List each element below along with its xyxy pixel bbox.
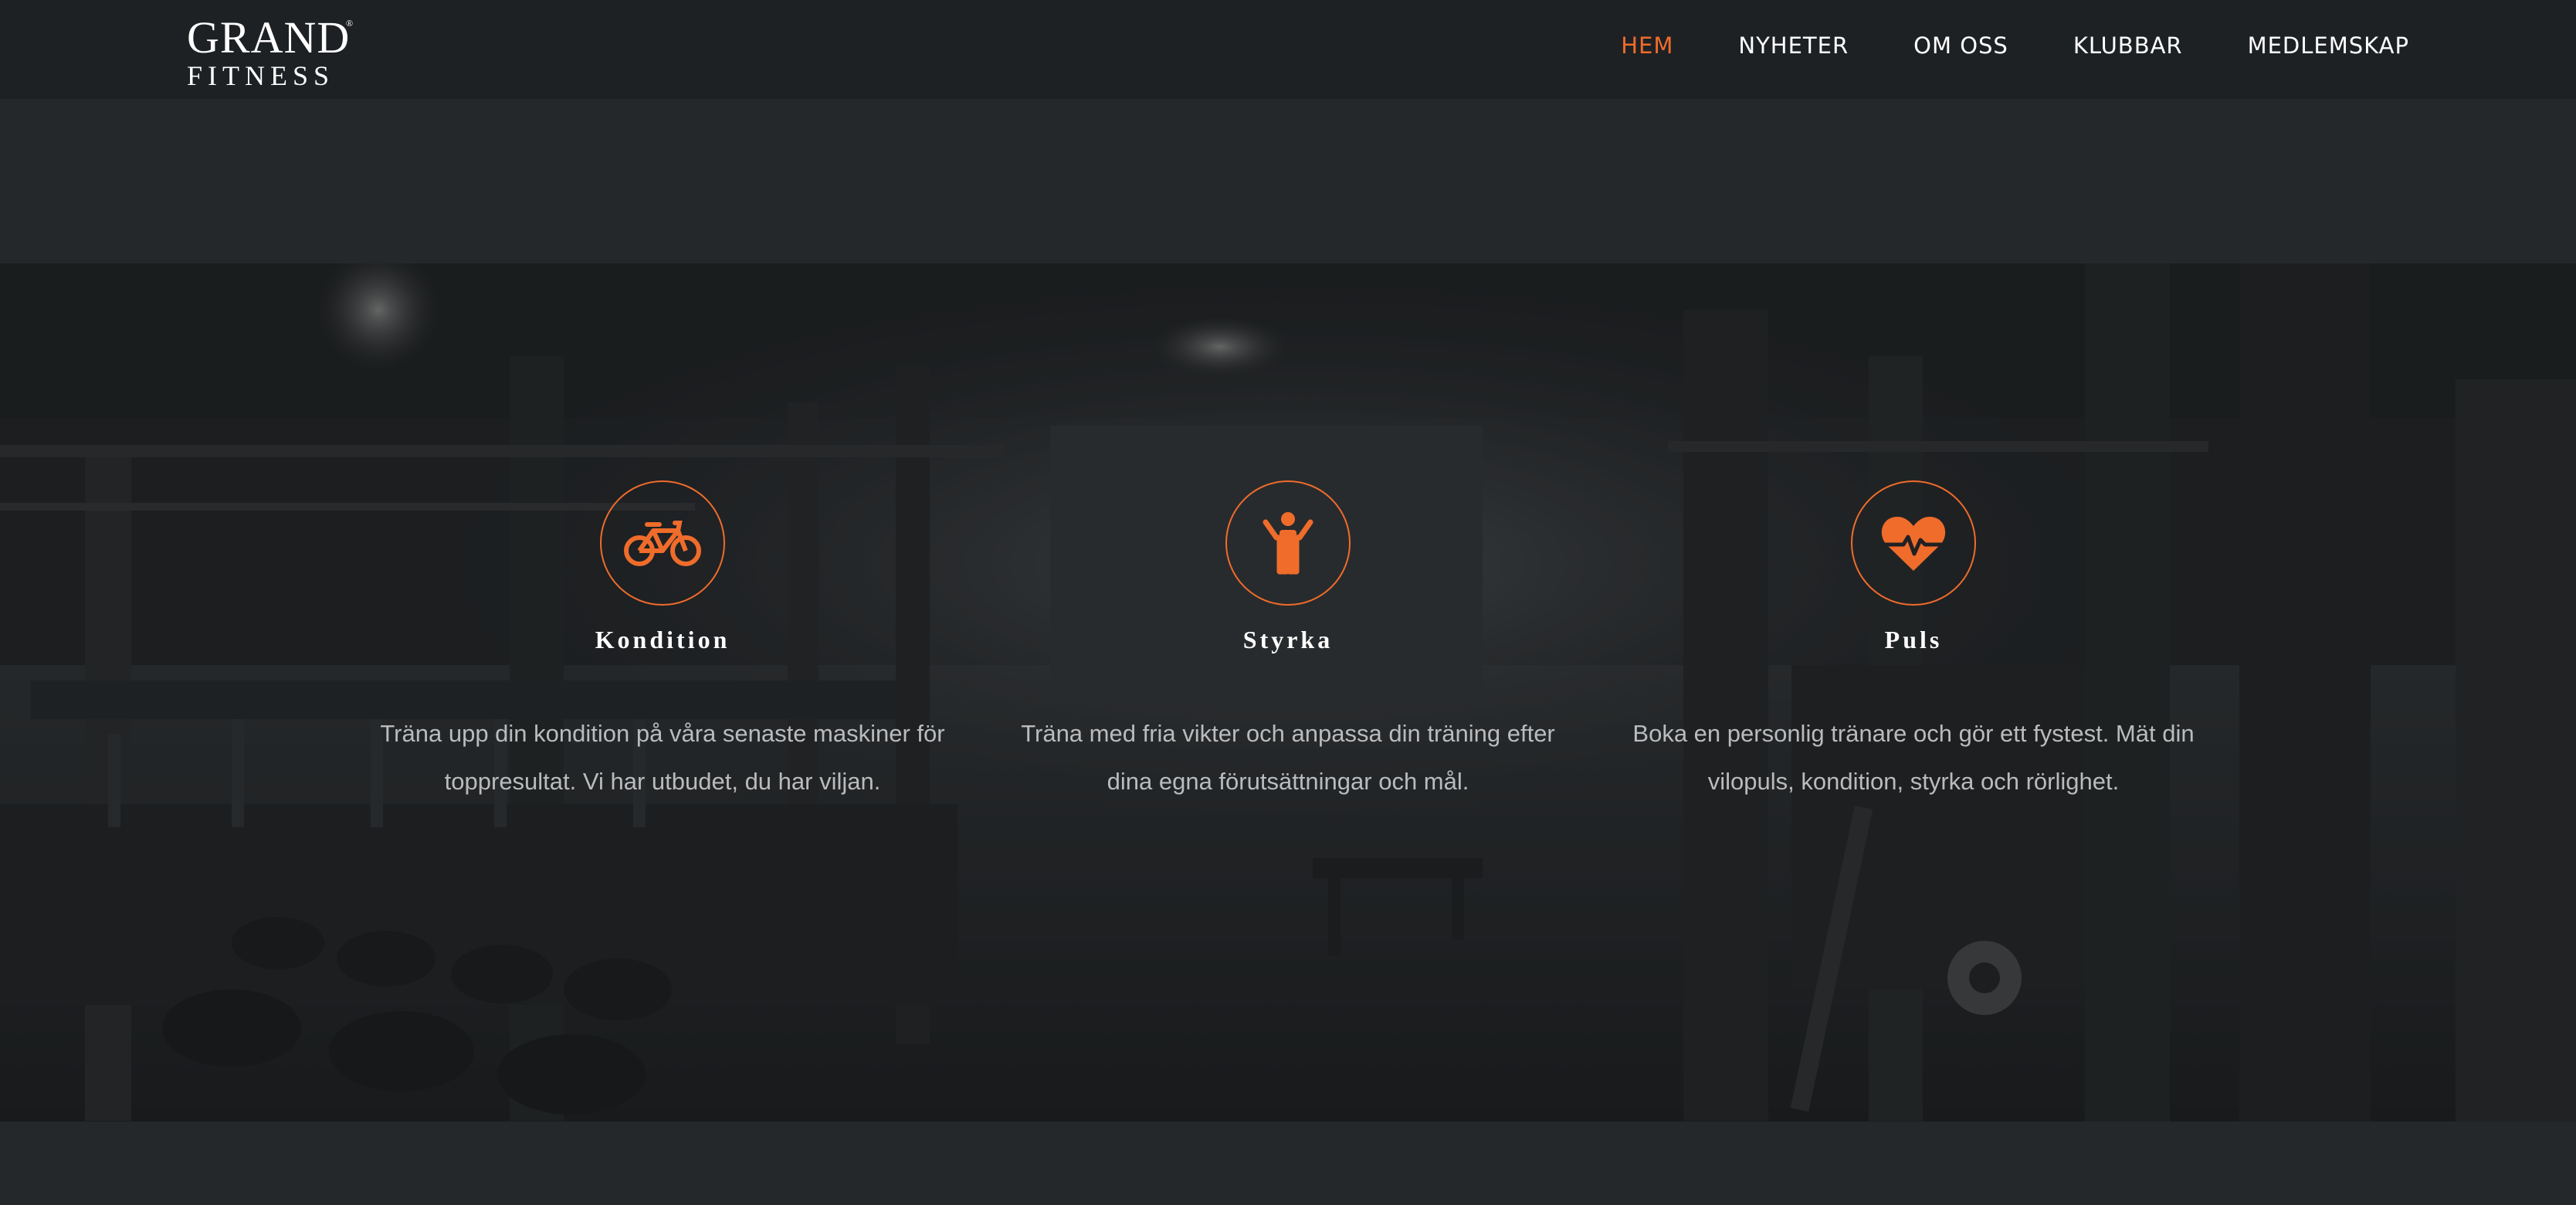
intro-band — [0, 99, 2576, 263]
feature-puls: Puls Boka en personlig tränare och gör e… — [1628, 480, 2199, 806]
grand-fitness-logo[interactable]: GRAND FITNESS ® — [187, 12, 354, 91]
feature-styrka: Styrka Träna med fria vikter och anpassa… — [1002, 480, 1574, 806]
logo-registered-mark: ® — [346, 18, 354, 29]
nav-item-nyheter[interactable]: NYHETER — [1738, 32, 1849, 59]
feature-description: Träna med fria vikter och anpassa din tr… — [1002, 710, 1574, 806]
person-icon — [1263, 512, 1313, 575]
logo-text-fitness: FITNESS — [187, 60, 335, 91]
feature-description-line: Boka en personlig tränare och gör ett fy… — [1632, 720, 2195, 747]
feature-description-line: dina egna förutsättningar och mål. — [1107, 768, 1469, 795]
nav-item-medlemskap[interactable]: MEDLEMSKAP — [2248, 32, 2409, 59]
bicycle-icon — [624, 521, 701, 566]
feature-icon-ring — [600, 480, 725, 606]
feature-description: Boka en personlig tränare och gör ett fy… — [1628, 710, 2199, 806]
feature-title: Kondition — [595, 626, 730, 653]
footer-band — [0, 1122, 2576, 1205]
feature-description-line: Träna med fria vikter och anpassa din tr… — [1021, 720, 1555, 747]
main-menu: HEM NYHETER OM OSS KLUBBAR MEDLEMSKAP — [1556, 32, 2409, 59]
logo-text-grand: GRAND — [187, 12, 351, 63]
feature-description-line: Träna upp din kondition på våra senaste … — [380, 720, 945, 747]
feature-title: Puls — [1884, 626, 1943, 653]
feature-kondition: Kondition Träna upp din kondition på vår… — [377, 480, 948, 806]
features-hero-section: Kondition Träna upp din kondition på vår… — [0, 263, 2576, 1122]
nav-item-om-oss[interactable]: OM OSS — [1913, 32, 2008, 59]
feature-icon-ring — [1225, 480, 1351, 606]
nav-item-hem[interactable]: HEM — [1621, 32, 1673, 59]
feature-description: Träna upp din kondition på våra senaste … — [377, 710, 948, 806]
top-navigation-bar: GRAND FITNESS ® HEM NYHETER OM OSS KLUBB… — [0, 0, 2576, 99]
feature-title: Styrka — [1242, 626, 1334, 653]
heartbeat-icon — [1881, 517, 1946, 571]
feature-icon-ring — [1851, 480, 1976, 606]
nav-item-klubbar[interactable]: KLUBBAR — [2073, 32, 2183, 59]
feature-description-line: vilopuls, kondition, styrka och rörlighe… — [1707, 768, 2120, 795]
feature-description-line: toppresultat. Vi har utbudet, du har vil… — [444, 768, 881, 795]
